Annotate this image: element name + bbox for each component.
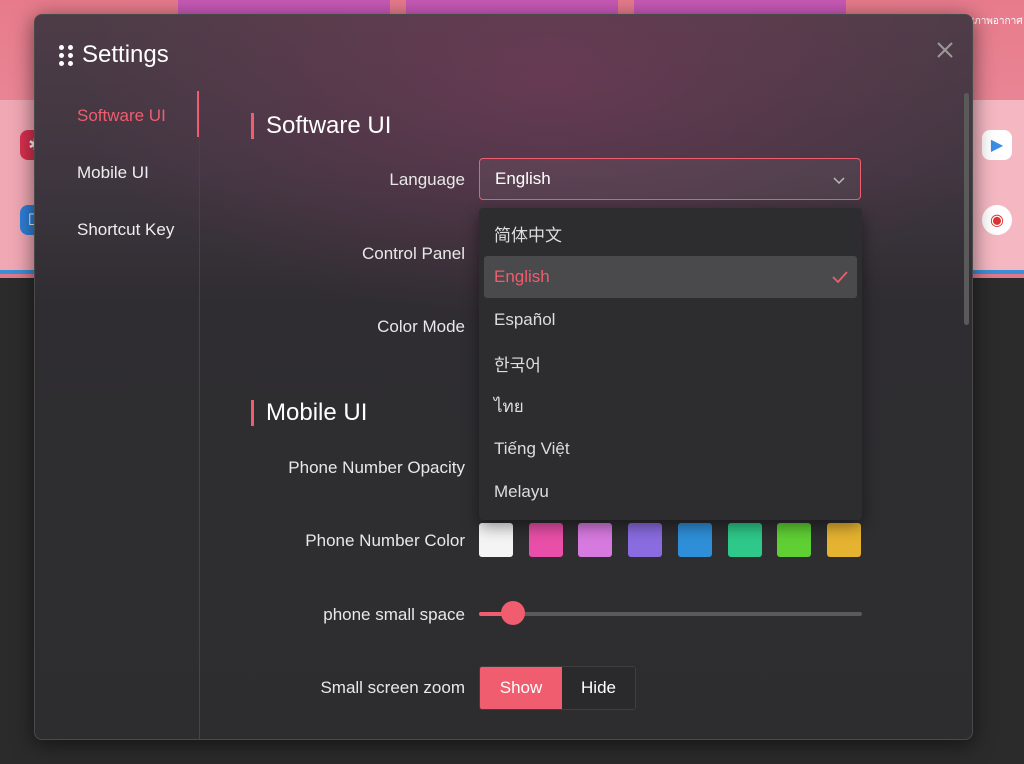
color-swatch[interactable] [578,523,613,557]
content-scrollbar[interactable] [964,93,969,325]
language-select[interactable]: English [479,158,861,200]
nav-item-software-ui[interactable]: Software UI [77,106,166,126]
language-option-selected[interactable]: English [484,256,857,298]
chrome-icon: ◉ [982,205,1012,235]
phone-tile [406,0,618,14]
color-swatch[interactable] [528,523,563,557]
phone-tile [634,0,846,14]
language-option[interactable]: Melayu [484,471,857,513]
check-icon [832,271,848,284]
color-swatch[interactable] [727,523,762,557]
language-option[interactable]: 한국어 [484,342,857,384]
nav-item-mobile-ui[interactable]: Mobile UI [77,163,149,183]
small-screen-zoom-toggle: Show Hide [479,666,636,710]
language-label: Language [389,170,465,189]
dialog-title: Settings [82,41,169,68]
color-swatch[interactable] [628,523,663,557]
section-title-mobile-ui: Mobile UI [251,400,367,426]
slider-thumb[interactable] [501,601,526,625]
close-button[interactable] [932,37,958,63]
color-swatch[interactable] [677,523,712,557]
nav-active-indicator [197,91,199,137]
language-option[interactable]: ไทย [484,385,857,427]
phone-small-space-slider[interactable] [479,612,862,616]
language-option[interactable]: Español [484,299,857,341]
phone-small-space-label: phone small space [323,605,465,624]
language-dropdown: 简体中文 English Español 한국어 ไทย Tiếng Việt … [479,208,862,520]
color-swatch[interactable] [479,523,513,557]
color-mode-label: Color Mode [377,317,465,336]
language-select-value: English [495,169,551,188]
language-option-label: English [494,267,550,286]
small-screen-zoom-label: Small screen zoom [320,678,465,697]
control-panel-label: Control Panel [361,244,465,263]
dialog-header: Settings [59,39,169,71]
phone-number-opacity-label: Phone Number Opacity [288,458,465,477]
settings-dialog: Settings Software UI Mobile UI Shortcut … [34,14,973,740]
zoom-show-button[interactable]: Show [480,667,562,709]
nav-item-shortcut-key[interactable]: Shortcut Key [77,220,174,240]
color-swatch[interactable] [826,523,861,557]
close-icon [937,42,953,58]
phone-number-color-label: Phone Number Color [305,531,465,550]
zoom-hide-button[interactable]: Hide [562,667,635,709]
play-store-icon: ▶ [982,130,1012,160]
grid-dots-icon [59,44,74,66]
language-option[interactable]: 简体中文 [484,212,857,254]
color-swatch[interactable] [777,523,812,557]
language-option[interactable]: Tiếng Việt [484,428,857,470]
weather-widget: สภาพอากาศ [968,16,1023,27]
phone-tile [178,0,390,14]
chevron-down-icon [833,177,845,185]
section-title-software-ui: Software UI [251,113,391,139]
settings-nav: Software UI Mobile UI Shortcut Key [35,91,200,739]
phone-thumbnail[interactable]: ▶ ◉ [972,100,1024,274]
